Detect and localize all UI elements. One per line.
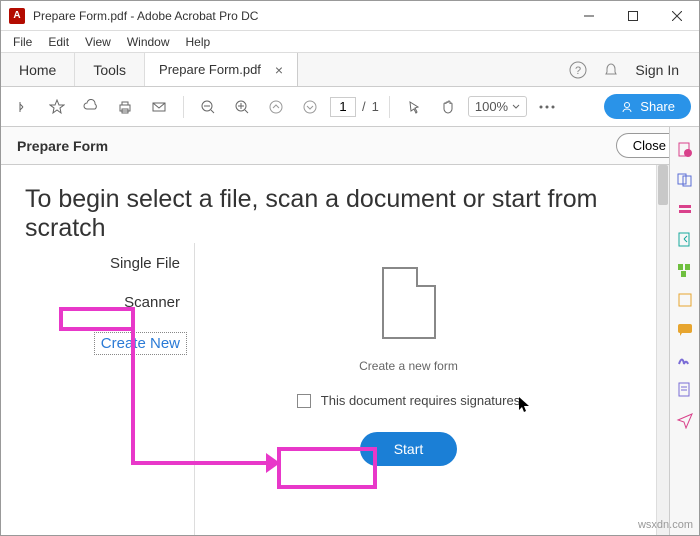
menubar: File Edit View Window Help — [1, 31, 699, 53]
scrollbar-thumb[interactable] — [658, 165, 668, 205]
menu-window[interactable]: Window — [119, 33, 178, 51]
svg-text:?: ? — [575, 65, 581, 77]
form-caption: Create a new form — [359, 359, 458, 373]
page-down-icon[interactable] — [296, 93, 324, 121]
option-single-file[interactable]: Single File — [110, 255, 194, 272]
rail-create-pdf-icon[interactable] — [676, 141, 694, 159]
tool-header: Prepare Form Close — [1, 127, 699, 165]
bell-icon[interactable] — [603, 62, 619, 78]
form-panel: Create a new form This document requires… — [201, 243, 616, 466]
rail-send-icon[interactable] — [676, 411, 694, 429]
save-cloud-icon[interactable] — [77, 93, 105, 121]
acrobat-app-icon: A — [9, 8, 25, 24]
help-icon[interactable]: ? — [569, 61, 587, 79]
requires-signatures-checkbox[interactable] — [297, 394, 311, 408]
close-window-button[interactable] — [655, 1, 699, 31]
share-button[interactable]: Share — [604, 94, 691, 119]
start-button[interactable]: Start — [360, 432, 458, 466]
mail-icon[interactable] — [145, 93, 173, 121]
signin-button[interactable]: Sign In — [635, 62, 679, 78]
titlebar: A Prepare Form.pdf - Adobe Acrobat Pro D… — [1, 1, 699, 31]
main-panel: To begin select a file, scan a document … — [1, 165, 656, 535]
option-scanner[interactable]: Scanner — [124, 294, 194, 311]
print-icon[interactable] — [111, 93, 139, 121]
toolbar: / 1 100% Share — [1, 87, 699, 127]
tab-home[interactable]: Home — [1, 53, 75, 86]
page-up-icon[interactable] — [262, 93, 290, 121]
rail-organize-icon[interactable] — [676, 261, 694, 279]
chevron-down-icon — [512, 103, 520, 111]
sidebar-toggle-icon[interactable] — [9, 93, 37, 121]
annotation-arrowhead — [266, 453, 280, 473]
right-tool-rail — [669, 127, 699, 535]
annotation-arrow — [131, 331, 135, 461]
rail-prepare-form-icon[interactable] — [676, 381, 694, 399]
page-heading: To begin select a file, scan a document … — [25, 185, 632, 243]
minimize-button[interactable] — [567, 1, 611, 31]
annotation-arrow — [131, 461, 271, 465]
rail-enhance-icon[interactable] — [676, 291, 694, 309]
rail-edit-icon[interactable] — [676, 201, 694, 219]
rail-export-icon[interactable] — [676, 231, 694, 249]
menu-file[interactable]: File — [5, 33, 40, 51]
source-options: Single File Scanner Create New — [25, 243, 195, 535]
tab-close-icon[interactable]: × — [275, 62, 283, 78]
document-icon — [382, 267, 436, 339]
maximize-button[interactable] — [611, 1, 655, 31]
tab-document[interactable]: Prepare Form.pdf × — [145, 53, 298, 86]
zoom-out-icon[interactable] — [194, 93, 222, 121]
page-sep: / — [362, 99, 366, 114]
mouse-cursor-icon — [519, 397, 531, 413]
tool-name: Prepare Form — [17, 138, 108, 154]
share-label: Share — [640, 99, 675, 114]
watermark: wsxdn.com — [638, 519, 693, 531]
menu-help[interactable]: Help — [178, 33, 219, 51]
rail-comment-icon[interactable] — [676, 321, 694, 339]
tabbar: Home Tools Prepare Form.pdf × ? Sign In — [1, 53, 699, 87]
page-total: 1 — [372, 99, 379, 114]
menu-edit[interactable]: Edit — [40, 33, 77, 51]
tab-tools[interactable]: Tools — [75, 53, 145, 86]
requires-signatures-label: This document requires signatures — [321, 393, 520, 408]
zoom-in-icon[interactable] — [228, 93, 256, 121]
window-title: Prepare Form.pdf - Adobe Acrobat Pro DC — [33, 9, 567, 23]
requires-signatures-row: This document requires signatures — [297, 393, 520, 408]
select-tool-icon[interactable] — [400, 93, 428, 121]
rail-combine-icon[interactable] — [676, 171, 694, 189]
vertical-scrollbar[interactable] — [656, 165, 669, 535]
menu-view[interactable]: View — [77, 33, 119, 51]
zoom-value: 100% — [475, 99, 508, 114]
rail-sign-icon[interactable] — [676, 351, 694, 369]
hand-tool-icon[interactable] — [434, 93, 462, 121]
tab-document-label: Prepare Form.pdf — [159, 62, 261, 77]
option-create-new[interactable]: Create New — [95, 333, 186, 354]
zoom-dropdown[interactable]: 100% — [468, 96, 527, 117]
more-icon[interactable] — [533, 93, 561, 121]
share-person-icon — [620, 100, 634, 114]
star-icon[interactable] — [43, 93, 71, 121]
page-indicator: / 1 — [330, 97, 379, 117]
content-area: To begin select a file, scan a document … — [1, 165, 656, 535]
page-input[interactable] — [330, 97, 356, 117]
